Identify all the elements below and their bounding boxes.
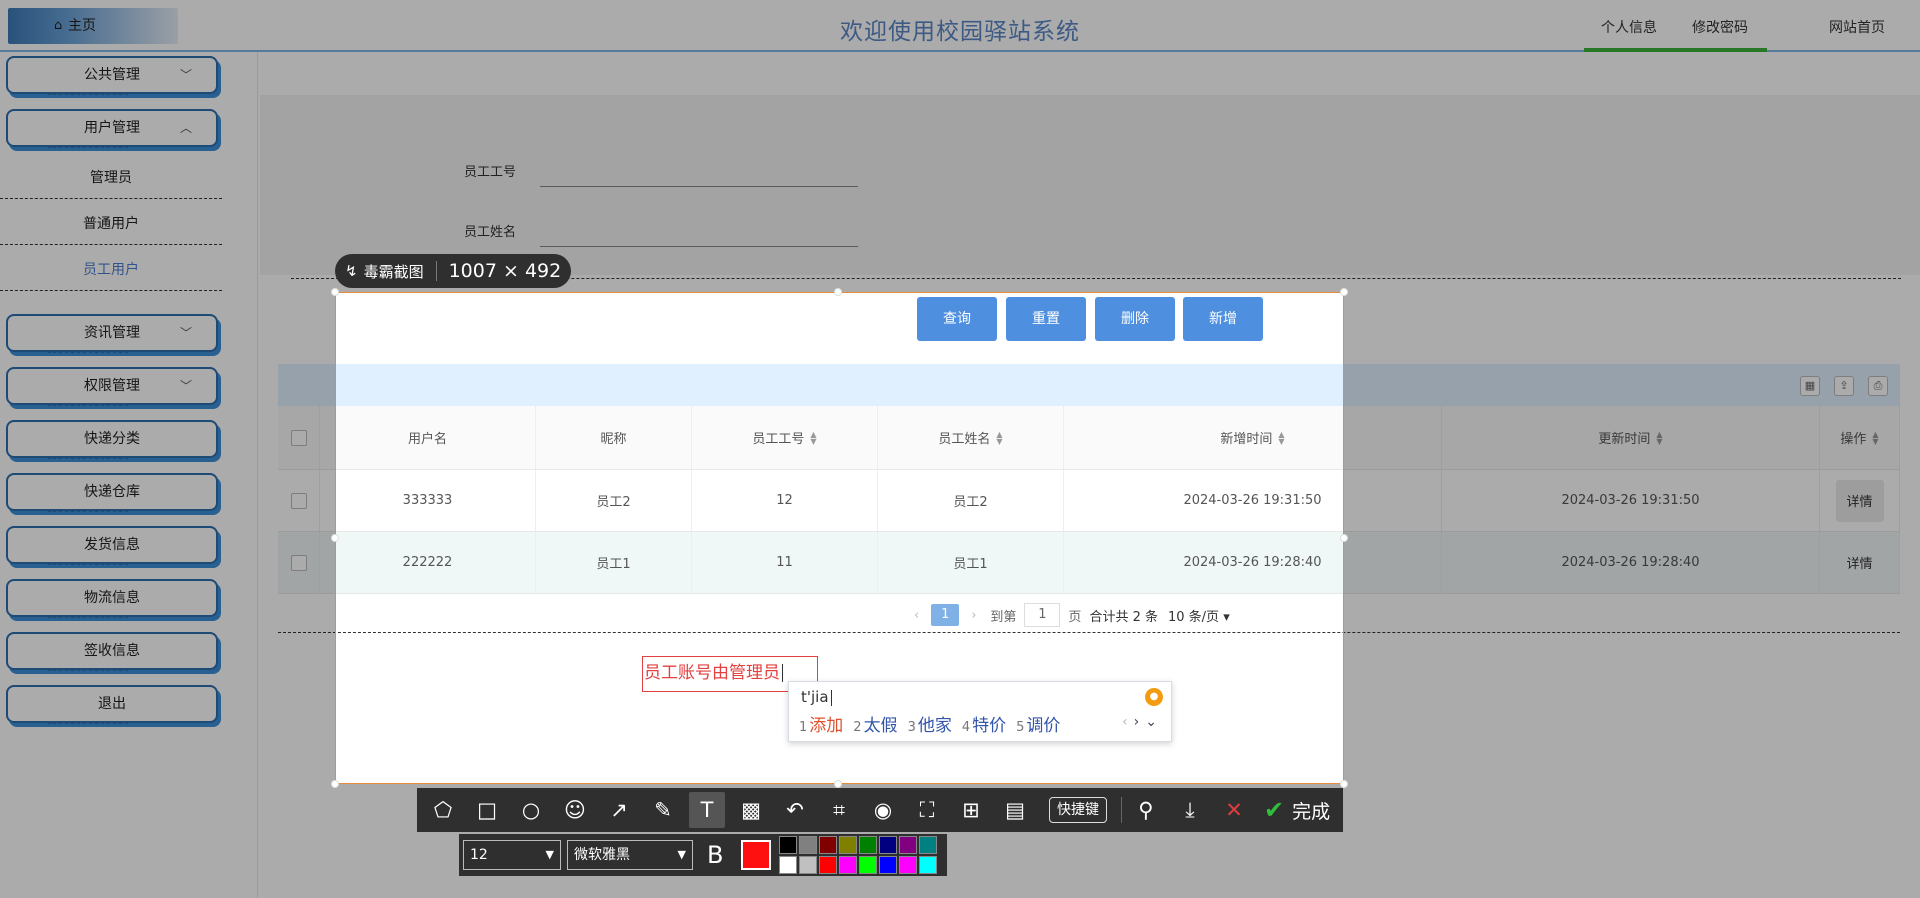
ime-page-nav[interactable]: ‹›⌄ — [1122, 714, 1163, 730]
ime-composition: t'jia — [801, 688, 832, 706]
ocr-icon[interactable]: ⌗ — [821, 792, 857, 828]
text-annotation[interactable]: 员工账号由管理员 — [644, 658, 783, 683]
ime-prev-icon[interactable]: ‹ — [1122, 714, 1134, 730]
color-swatch[interactable] — [779, 856, 798, 874]
font-size-select[interactable]: 12 ▼ — [463, 840, 561, 870]
candidate-number: 5 — [1016, 720, 1025, 735]
color-swatch[interactable] — [799, 836, 818, 854]
app-logo-icon: ↯ — [345, 262, 358, 280]
text-style-bar: 12 ▼ 微软雅黑 ▼ B — [459, 834, 947, 876]
mosaic-icon[interactable]: ▩ — [733, 792, 769, 828]
color-swatch[interactable] — [819, 836, 838, 854]
font-family-select[interactable]: 微软雅黑 ▼ — [567, 840, 693, 870]
bold-toggle[interactable]: B — [707, 841, 723, 869]
resize-handle[interactable] — [1340, 780, 1348, 788]
color-swatch[interactable] — [839, 856, 858, 874]
capture-size-badge: ↯ 毒霸截图 1007 × 492 — [335, 254, 572, 288]
current-color-swatch[interactable] — [741, 840, 772, 870]
color-swatch[interactable] — [859, 856, 878, 874]
candidate-number: 1 — [799, 720, 808, 735]
color-swatch[interactable] — [839, 836, 858, 854]
chevron-down-icon: ▼ — [545, 848, 554, 861]
resize-handle[interactable] — [834, 288, 842, 296]
toolbar-separator — [1121, 797, 1122, 823]
resize-handle[interactable] — [331, 780, 339, 788]
color-swatch[interactable] — [879, 836, 898, 854]
ime-candidates: 1 添加 2 太假 3 他家 4 特价 5 调价 — [799, 711, 1060, 736]
ellipse-icon[interactable]: ○ — [513, 792, 549, 828]
capture-toolbar: ⬠ □ ○ ☺ ↗ ✎ T ▩ ↶ ⌗ ◉ ⛶ ⊞ ▤ 快捷键 ⚲ ⤓ ✕ ✔ 完… — [417, 788, 1343, 832]
annotation-text: 员工账号由管理员 — [644, 663, 780, 683]
arrow-icon[interactable]: ↗ — [601, 792, 637, 828]
ime-input-text: t'jia — [801, 688, 829, 706]
record-icon[interactable]: ◉ — [865, 792, 901, 828]
dim-overlay — [1344, 292, 1920, 784]
color-swatch[interactable] — [859, 836, 878, 854]
candidate-text: 太假 — [863, 716, 898, 736]
color-palette — [779, 836, 938, 874]
color-swatch[interactable] — [899, 836, 918, 854]
resize-handle[interactable] — [331, 288, 339, 296]
done-label: 完成 — [1292, 800, 1331, 823]
emoji-icon[interactable]: ☺ — [557, 792, 593, 828]
text-tool-icon[interactable]: T — [689, 792, 725, 828]
resize-handle[interactable] — [1340, 288, 1348, 296]
candidate-number: 2 — [853, 720, 862, 735]
ime-candidate[interactable]: 1 添加 — [799, 711, 843, 736]
marker-icon[interactable]: ✎ — [645, 792, 681, 828]
ime-candidate[interactable]: 4 特价 — [962, 711, 1006, 736]
chevron-down-icon: ▼ — [677, 848, 686, 861]
candidate-number: 3 — [907, 720, 916, 735]
color-swatch[interactable] — [919, 856, 938, 874]
candidate-text: 特价 — [972, 716, 1007, 736]
scroll-capture-icon[interactable]: ⛶ — [909, 792, 945, 828]
candidate-text: 他家 — [917, 716, 952, 736]
comment-icon[interactable]: ▤ — [997, 792, 1033, 828]
color-swatch[interactable] — [879, 856, 898, 874]
ime-next-icon[interactable]: › — [1134, 714, 1146, 730]
color-swatch[interactable] — [899, 856, 918, 874]
resize-handle[interactable] — [834, 780, 842, 788]
dim-overlay — [0, 292, 335, 784]
candidate-number: 4 — [961, 720, 971, 735]
ime-logo-icon[interactable]: ● — [1145, 688, 1163, 706]
ime-caret — [830, 689, 832, 706]
ime-expand-icon[interactable]: ⌄ — [1145, 714, 1163, 730]
add-frame-icon[interactable]: ⊞ — [953, 792, 989, 828]
candidate-text: 调价 — [1026, 716, 1061, 736]
cancel-icon[interactable]: ✕ — [1216, 792, 1252, 828]
shortcut-button[interactable]: 快捷键 — [1049, 797, 1107, 823]
app-name: 毒霸截图 — [363, 262, 424, 281]
color-swatch[interactable] — [819, 856, 838, 874]
download-icon[interactable]: ⤓ — [1172, 792, 1208, 828]
rectangle-icon[interactable]: □ — [469, 792, 505, 828]
shapes-icon[interactable]: ⬠ — [425, 792, 461, 828]
ime-candidate[interactable]: 3 他家 — [908, 711, 952, 736]
font-size-value: 12 — [470, 847, 488, 863]
done-button[interactable]: ✔ 完成 — [1264, 796, 1330, 824]
resize-handle[interactable] — [1340, 534, 1348, 542]
pin-icon[interactable]: ⚲ — [1128, 792, 1164, 828]
ime-candidate[interactable]: 2 太假 — [853, 711, 897, 736]
resize-handle[interactable] — [331, 534, 339, 542]
badge-separator — [435, 261, 437, 281]
text-caret — [782, 664, 783, 682]
color-swatch[interactable] — [779, 836, 798, 854]
ime-candidate[interactable]: 5 调价 — [1016, 711, 1060, 736]
check-icon: ✔ — [1264, 796, 1285, 824]
font-family-value: 微软雅黑 — [574, 847, 630, 863]
undo-icon[interactable]: ↶ — [777, 792, 813, 828]
dim-overlay — [0, 0, 1920, 292]
candidate-text: 添加 — [809, 716, 844, 736]
color-swatch[interactable] — [919, 836, 938, 854]
color-swatch[interactable] — [799, 856, 818, 874]
capture-size: 1007 × 492 — [448, 260, 562, 282]
ime-candidate-window: t'jia ● 1 添加 2 太假 3 他家 4 特价 5 调价 ‹›⌄ — [788, 681, 1172, 742]
